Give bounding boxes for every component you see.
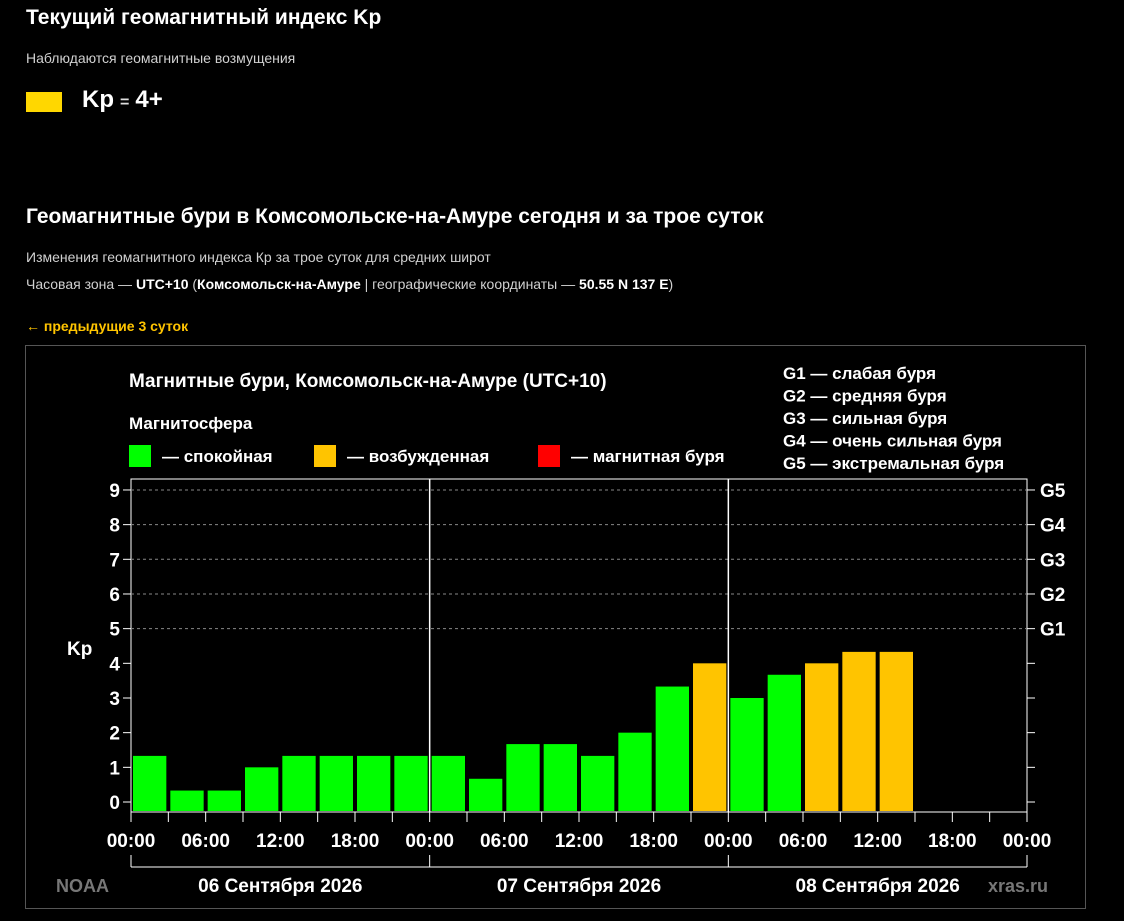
- x-tick-label: 00:00: [107, 831, 156, 852]
- y-tick-label: 5: [109, 620, 120, 641]
- y-tick-label: 2: [109, 724, 120, 745]
- previous-3-days-link[interactable]: ← предыдущие 3 суток: [26, 318, 188, 334]
- kp-value: 4+: [135, 86, 163, 113]
- kp-label: Kp: [82, 86, 114, 113]
- g-scale-label: G4: [1040, 516, 1066, 537]
- x-tick-label: 12:00: [555, 831, 604, 852]
- legend-swatch: [314, 445, 336, 467]
- legend-label: — возбужденная: [347, 447, 489, 466]
- kp-bar: [618, 732, 652, 811]
- storms-section-title: Геомагнитные бури в Комсомольске-на-Амур…: [26, 205, 764, 228]
- kp-color-swatch: [26, 92, 62, 112]
- y-tick-label: 1: [109, 758, 120, 779]
- storms-section-subtitle: Изменения геомагнитного индекса Кр за тр…: [26, 249, 491, 265]
- kp-bar: [730, 697, 764, 811]
- x-tick-label: 18:00: [331, 831, 380, 852]
- kp-bar: [170, 790, 204, 811]
- kp-bar: [543, 744, 577, 811]
- city-name: Комсомольск-на-Амуре: [197, 276, 361, 292]
- kp-bar: [506, 744, 540, 811]
- legend-label: — магнитная буря: [571, 447, 725, 466]
- x-tick-label: 00:00: [405, 831, 454, 852]
- timezone-value: UTC+10: [135, 276, 189, 292]
- geomagnetic-status: Наблюдаются геомагнитные возмущения: [26, 50, 296, 66]
- storm-scale-item: G4 — очень сильная буря: [783, 432, 1002, 451]
- coordinates: 50.55 N 137 E: [579, 276, 669, 292]
- g-scale-label: G3: [1040, 550, 1065, 571]
- storm-scale-item: G3 — сильная буря: [783, 409, 947, 428]
- g-scale-label: G5: [1040, 481, 1066, 502]
- kp-bar: [431, 755, 465, 811]
- g-scale-label: G1: [1040, 620, 1066, 641]
- kp-bar: [394, 755, 428, 811]
- day-label: 07 Сентября 2026: [497, 876, 661, 897]
- storm-scale-item: G2 — средняя буря: [783, 387, 947, 406]
- legend-title: Магнитосфера: [129, 414, 253, 433]
- source-noaa: NOAA: [56, 876, 109, 896]
- x-tick-label: 00:00: [704, 831, 753, 852]
- legend-label: — спокойная: [162, 447, 273, 466]
- x-tick-label: 06:00: [480, 831, 529, 852]
- kp-bar: [357, 755, 391, 811]
- kp-bar: [879, 651, 913, 811]
- kp-bar: [767, 674, 801, 811]
- day-label: 08 Сентября 2026: [796, 876, 960, 897]
- kp-bar-chart: Магнитные бури, Комсомольск-на-Амуре (UT…: [56, 364, 1066, 897]
- kp-bar: [282, 755, 316, 811]
- kp-bar: [842, 651, 876, 811]
- current-kp-title: Текущий геомагнитный индекс Kp: [26, 6, 382, 29]
- y-tick-label: 0: [109, 793, 120, 814]
- chart-title: Магнитные бури, Комсомольск-на-Амуре (UT…: [129, 371, 607, 392]
- source-xras: xras.ru: [988, 876, 1048, 896]
- x-tick-label: 18:00: [928, 831, 977, 852]
- kp-equals: =: [120, 94, 130, 111]
- y-tick-label: 6: [109, 585, 120, 606]
- timezone-line: Часовая зона — UTC+10 (Комсомольск-на-Ам…: [26, 276, 674, 292]
- kp-bar: [245, 767, 279, 811]
- kp-bar: [693, 663, 727, 811]
- x-tick-label: 00:00: [1003, 831, 1052, 852]
- storm-scale-item: G5 — экстремальная буря: [783, 454, 1004, 473]
- kp-current-value: Kp = 4+: [82, 86, 163, 114]
- kp-bar: [207, 790, 241, 811]
- y-tick-label: 4: [109, 654, 120, 675]
- storm-scale-item: G1 — слабая буря: [783, 364, 936, 383]
- x-tick-label: 18:00: [629, 831, 678, 852]
- x-tick-label: 06:00: [779, 831, 828, 852]
- x-tick-label: 12:00: [256, 831, 305, 852]
- kp-bar: [469, 778, 503, 811]
- legend-swatch: [129, 445, 151, 467]
- kp-bar: [319, 755, 353, 811]
- g-scale-label: G2: [1040, 585, 1065, 606]
- y-axis-label: Kp: [67, 639, 92, 660]
- kp-bar: [655, 686, 689, 811]
- legend-swatch: [538, 445, 560, 467]
- day-label: 06 Сентября 2026: [198, 876, 362, 897]
- y-tick-label: 8: [109, 516, 120, 537]
- y-tick-label: 9: [109, 481, 120, 502]
- x-tick-label: 12:00: [853, 831, 902, 852]
- kp-bar: [805, 663, 839, 811]
- x-tick-label: 06:00: [181, 831, 230, 852]
- kp-bar: [133, 755, 167, 811]
- y-tick-label: 3: [109, 689, 120, 710]
- kp-bar: [581, 755, 615, 811]
- y-tick-label: 7: [109, 550, 120, 571]
